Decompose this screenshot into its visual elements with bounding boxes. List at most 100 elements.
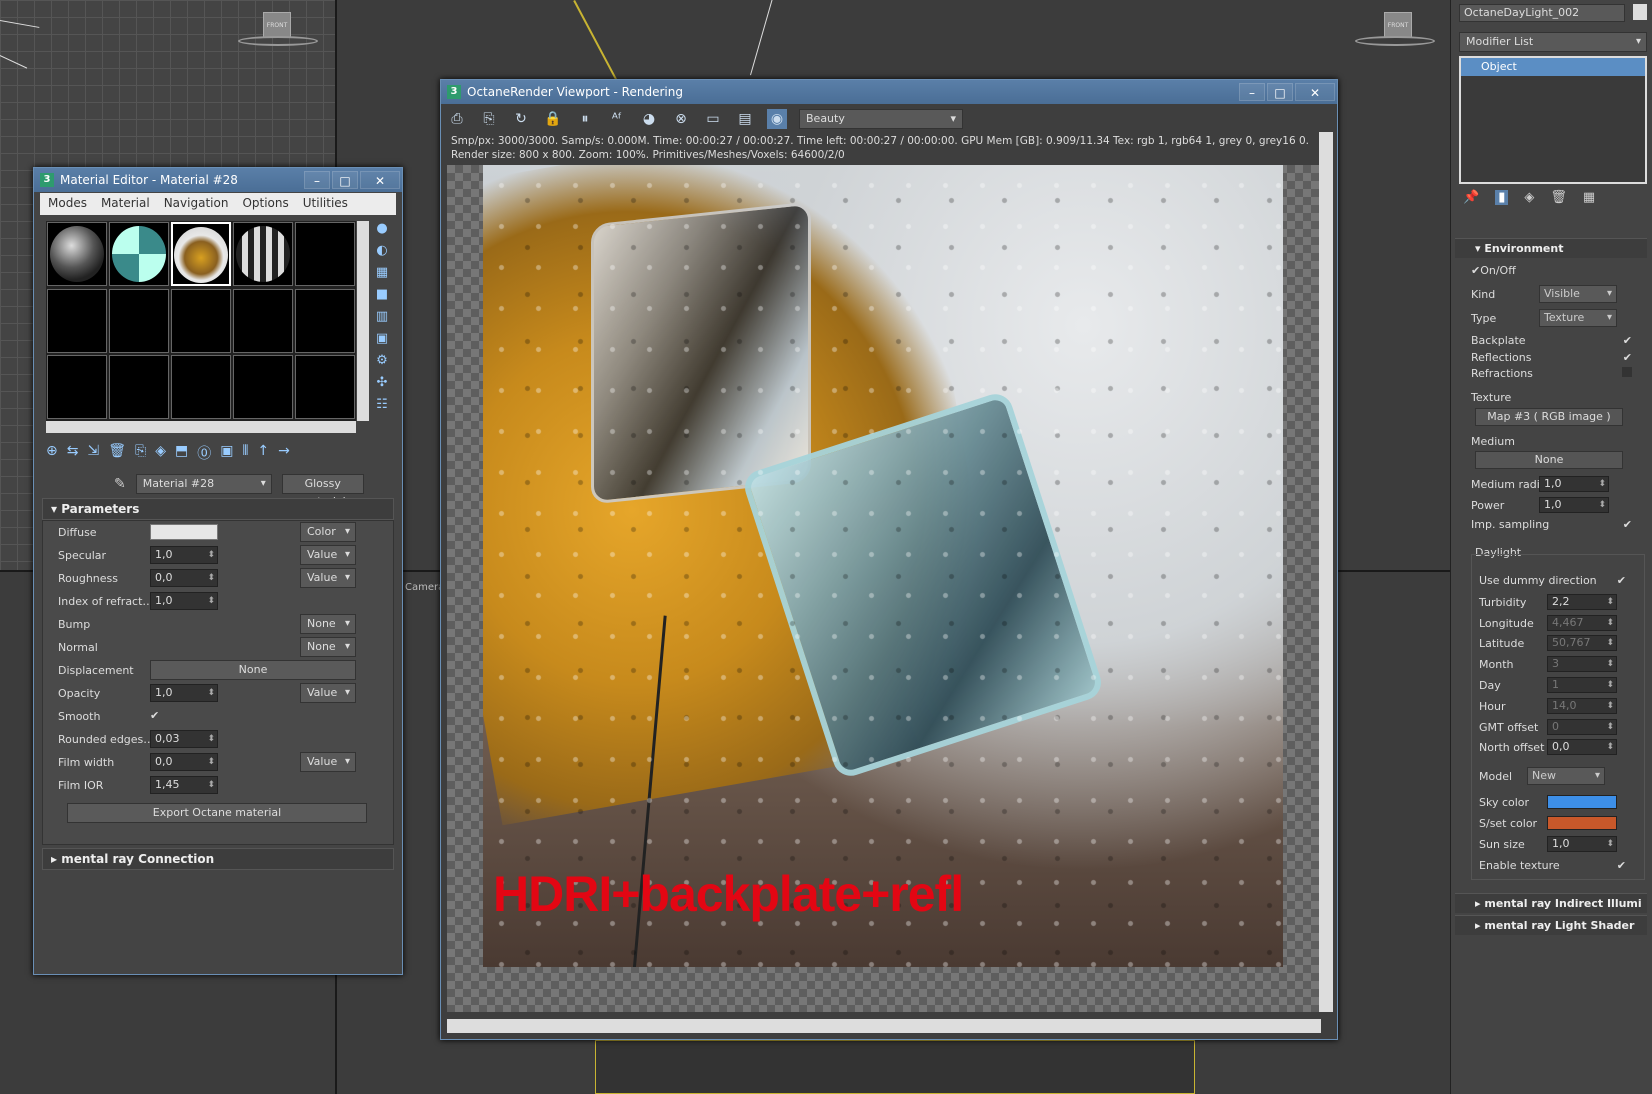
- camera-lock-icon[interactable]: ◉: [767, 109, 787, 129]
- gmt-spinner[interactable]: 0: [1547, 719, 1617, 735]
- film-width-mode-dropdown[interactable]: Value: [300, 752, 356, 772]
- smooth-checkbox[interactable]: ✔: [150, 710, 162, 722]
- render-canvas[interactable]: HDRI+backplate+refl: [447, 165, 1323, 1012]
- octane-titlebar[interactable]: 3 OctaneRender Viewport - Rendering – □ …: [441, 80, 1337, 104]
- latitude-spinner[interactable]: 50,767: [1547, 635, 1617, 651]
- mental-ray-indirect-rollout[interactable]: ▸ mental ray Indirect Illumi: [1455, 893, 1647, 913]
- mental-ray-light-shader-rollout[interactable]: ▸ mental ray Light Shader: [1455, 915, 1647, 935]
- sample-slot[interactable]: [233, 288, 293, 353]
- refractions-checkbox[interactable]: [1622, 367, 1632, 377]
- modifier-list-dropdown[interactable]: Modifier List: [1459, 32, 1647, 52]
- onoff-checkbox[interactable]: ✔: [1471, 264, 1480, 277]
- delete-icon[interactable]: 🗑: [108, 443, 126, 463]
- material-map-icon[interactable]: ☷: [374, 397, 390, 413]
- go-sibling-icon[interactable]: →: [278, 443, 290, 463]
- diffuse-color-swatch[interactable]: [150, 524, 218, 540]
- normal-mode-dropdown[interactable]: None: [300, 637, 356, 657]
- export-octane-material-button[interactable]: Export Octane material: [67, 803, 367, 823]
- sample-slot[interactable]: [47, 288, 107, 353]
- sunset-color-swatch[interactable]: [1547, 816, 1617, 830]
- horizontal-scrollbar[interactable]: [447, 1019, 1321, 1033]
- slots-hscroll[interactable]: [46, 421, 356, 433]
- specular-mode-dropdown[interactable]: Value: [300, 545, 356, 565]
- sample-slot[interactable]: [295, 288, 355, 353]
- region-render-icon[interactable]: ▭: [703, 109, 723, 129]
- lock-icon[interactable]: 🔒: [543, 109, 563, 129]
- displacement-button[interactable]: None: [150, 660, 356, 680]
- opacity-mode-dropdown[interactable]: Value: [300, 683, 356, 703]
- object-color-swatch[interactable]: [1633, 4, 1647, 20]
- power-spinner[interactable]: 1,0: [1539, 497, 1609, 513]
- make-unique-icon[interactable]: ◈: [155, 443, 166, 463]
- texture-map-button[interactable]: Map #3 ( RGB image ): [1475, 408, 1623, 426]
- film-region-icon[interactable]: ▤: [735, 109, 755, 129]
- turbidity-spinner[interactable]: 2,2: [1547, 594, 1617, 610]
- material-name-dropdown[interactable]: Material #28: [135, 474, 272, 494]
- go-parent-icon[interactable]: ↑: [257, 443, 269, 463]
- rounded-edges-spinner[interactable]: 0,03: [150, 730, 218, 748]
- sample-slot[interactable]: [171, 355, 231, 420]
- roughness-mode-dropdown[interactable]: Value: [300, 568, 356, 588]
- viewcube-front[interactable]: FRONT: [263, 12, 291, 38]
- backlight-icon[interactable]: ◐: [374, 243, 390, 259]
- parameters-rollout[interactable]: ▾ Parameters: [42, 498, 394, 520]
- menu-modes[interactable]: Modes: [48, 196, 87, 212]
- sample-slot[interactable]: [233, 222, 293, 286]
- mental-ray-connection-rollout[interactable]: ▸ mental ray Connection: [42, 848, 394, 870]
- north-offset-spinner[interactable]: 0,0: [1547, 739, 1617, 755]
- checker-icon[interactable]: ▦: [374, 265, 390, 281]
- minimize-button[interactable]: –: [304, 171, 330, 189]
- use-dummy-checkbox[interactable]: ✔: [1617, 574, 1626, 587]
- clear-icon[interactable]: ⊗: [671, 109, 691, 129]
- show-map-icon[interactable]: ▣: [220, 443, 233, 463]
- close-button[interactable]: ✕: [360, 171, 400, 189]
- make-unique-icon[interactable]: ◈: [1524, 190, 1534, 205]
- options-icon[interactable]: ⚙: [374, 353, 390, 369]
- pause-icon[interactable]: ⏸: [575, 109, 595, 129]
- video-icon[interactable]: ▣: [374, 331, 390, 347]
- maximize-button[interactable]: □: [1267, 83, 1293, 101]
- month-spinner[interactable]: 3: [1547, 656, 1617, 672]
- sample-slot[interactable]: [171, 288, 231, 353]
- vertical-scrollbar[interactable]: [1319, 132, 1333, 1012]
- object-name-field[interactable]: OctaneDayLight_002: [1459, 4, 1625, 22]
- film-width-spinner[interactable]: 0,0: [150, 753, 218, 771]
- copy-material-icon[interactable]: ⎘: [135, 443, 146, 463]
- sample-slot[interactable]: [47, 355, 107, 420]
- bump-mode-dropdown[interactable]: None: [300, 614, 356, 634]
- backplate-checkbox[interactable]: ✔: [1623, 334, 1632, 347]
- remove-modifier-icon[interactable]: 🗑: [1550, 190, 1567, 205]
- menu-material[interactable]: Material: [101, 196, 150, 212]
- day-spinner[interactable]: 1: [1547, 677, 1617, 693]
- sample-slot[interactable]: [295, 222, 355, 286]
- medium-radius-spinner[interactable]: 1,0: [1539, 476, 1609, 492]
- sample-slot[interactable]: [47, 222, 107, 286]
- restart-render-icon[interactable]: ↻: [511, 109, 531, 129]
- environment-rollout[interactable]: ▾ Environment: [1455, 238, 1647, 258]
- sample-slot[interactable]: [295, 355, 355, 420]
- configure-modifier-sets-icon[interactable]: ▦: [1583, 190, 1595, 205]
- diffuse-mode-dropdown[interactable]: Color: [300, 522, 356, 542]
- ior-spinner[interactable]: 1,0: [150, 592, 218, 610]
- type-dropdown[interactable]: Texture: [1539, 309, 1617, 327]
- maximize-button[interactable]: □: [332, 171, 358, 189]
- roughness-spinner[interactable]: 0,0: [150, 569, 218, 587]
- sun-size-spinner[interactable]: 1,0: [1547, 836, 1617, 852]
- stack-item-object[interactable]: Object: [1461, 58, 1645, 76]
- color-check-icon[interactable]: ▥: [374, 309, 390, 325]
- get-material-icon[interactable]: ⊕: [46, 443, 58, 463]
- bg-icon[interactable]: ■: [374, 287, 390, 303]
- show-end-result-icon[interactable]: ⫴: [242, 443, 248, 463]
- show-end-result-icon[interactable]: ▮: [1495, 190, 1509, 205]
- film-ior-spinner[interactable]: 1,45: [150, 776, 218, 794]
- put-to-library-icon[interactable]: ⬒: [175, 443, 188, 463]
- save-image-icon[interactable]: ⎙: [447, 109, 467, 129]
- material-type-button[interactable]: Glossy material: [281, 474, 364, 508]
- render-pass-dropdown[interactable]: Beauty: [799, 109, 963, 129]
- sample-slot-active[interactable]: [171, 222, 231, 286]
- enable-texture-checkbox[interactable]: ✔: [1617, 859, 1626, 872]
- material-id-icon[interactable]: ⓪: [197, 443, 211, 463]
- sample-slot[interactable]: [109, 288, 169, 353]
- kind-dropdown[interactable]: Visible: [1539, 285, 1617, 303]
- specular-spinner[interactable]: 1,0: [150, 546, 218, 564]
